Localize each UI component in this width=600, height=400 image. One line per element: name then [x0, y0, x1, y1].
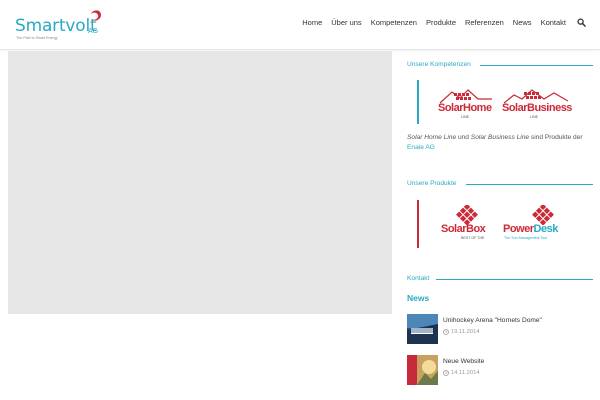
logo-suffix: AG — [88, 28, 99, 35]
nav-kompetenzen[interactable]: Kompetenzen — [371, 18, 417, 27]
solar-business-sub: LINE — [530, 115, 538, 119]
news-item[interactable]: Neue Website 14.11.2014 — [407, 355, 595, 387]
para-solar-business: Solar Business Line — [470, 134, 530, 141]
logo-swirl-icon — [91, 10, 101, 21]
hero-image-placeholder — [8, 51, 392, 314]
para-sind: sind Produkte der — [529, 134, 583, 141]
logo-tagline: The Path to Smart Energy — [16, 36, 58, 40]
news-item-title[interactable]: Neue Website — [443, 358, 484, 365]
produkte-title: Unsere Produkte — [407, 180, 457, 187]
kompetenzen-title: Unsere Kompetenzen — [407, 61, 471, 68]
site-header: Smartvolt AG The Path to Smart Energy Ho… — [0, 0, 600, 50]
news-item-date: 19.11.2014 — [451, 329, 480, 335]
news-thumb-arena[interactable] — [407, 314, 438, 344]
clock-icon — [443, 329, 449, 335]
news-item-date: 14.11.2014 — [451, 370, 480, 376]
solar-business-logo[interactable]: SolarBusiness LINE — [502, 87, 572, 121]
kontakt-rule — [436, 279, 593, 280]
news-item[interactable]: Unihockey Arena "Hornets Dome" 19.11.201… — [407, 314, 595, 346]
power-desk-sub: The Sun Management Tool — [504, 236, 548, 240]
kompetenzen-accent-bar — [417, 80, 419, 124]
kompetenzen-paragraph: Solar Home Line und Solar Business Line … — [407, 133, 595, 153]
solar-home-a: Solar — [438, 102, 464, 114]
solar-home-b: Home — [463, 102, 492, 114]
produkte-rule — [466, 184, 593, 185]
news-item-title[interactable]: Unihockey Arena "Hornets Dome" — [443, 317, 542, 324]
solar-home-logo[interactable]: SolarHome LINE — [438, 87, 494, 121]
produkte-accent-bar — [417, 200, 419, 248]
solar-box-sub: BEST OF THE — [461, 236, 485, 240]
power-desk-panel-icon — [532, 205, 554, 225]
enaie-link[interactable]: Enaie AG — [407, 144, 435, 151]
nav-ueber-uns[interactable]: Über uns — [331, 18, 361, 27]
news-title: News — [407, 293, 430, 303]
power-desk-a: Power — [503, 223, 534, 235]
solar-box-panel-icon — [456, 205, 478, 225]
news-thumb-website[interactable] — [407, 355, 438, 385]
search-icon[interactable] — [577, 18, 586, 27]
para-solar-home: Solar Home Line — [407, 134, 457, 141]
power-desk-b: Desk — [533, 223, 559, 235]
main-nav: Home Über uns Kompetenzen Produkte Refer… — [302, 18, 586, 27]
power-desk-logo[interactable]: PowerDesk The Sun Management Tool — [503, 205, 571, 243]
solar-box-logo[interactable]: SolarBox BEST OF THE — [441, 205, 493, 243]
clock-icon — [443, 370, 449, 376]
para-und: und — [456, 134, 471, 141]
logo[interactable]: Smartvolt AG The Path to Smart Energy — [15, 10, 115, 42]
nav-news[interactable]: News — [513, 18, 532, 27]
logo-name: Smartvolt — [15, 16, 97, 36]
nav-home[interactable]: Home — [302, 18, 322, 27]
nav-referenzen[interactable]: Referenzen — [465, 18, 504, 27]
nav-produkte[interactable]: Produkte — [426, 18, 456, 27]
solar-box-a: Solar — [441, 223, 467, 235]
kompetenzen-rule — [480, 65, 593, 66]
solar-business-b: Business — [527, 102, 572, 114]
solar-box-b: Box — [466, 223, 486, 235]
kontakt-title: Kontakt — [407, 275, 430, 282]
nav-kontakt[interactable]: Kontakt — [541, 18, 566, 27]
solar-home-sub: LINE — [461, 115, 469, 119]
solar-business-a: Solar — [502, 102, 528, 114]
